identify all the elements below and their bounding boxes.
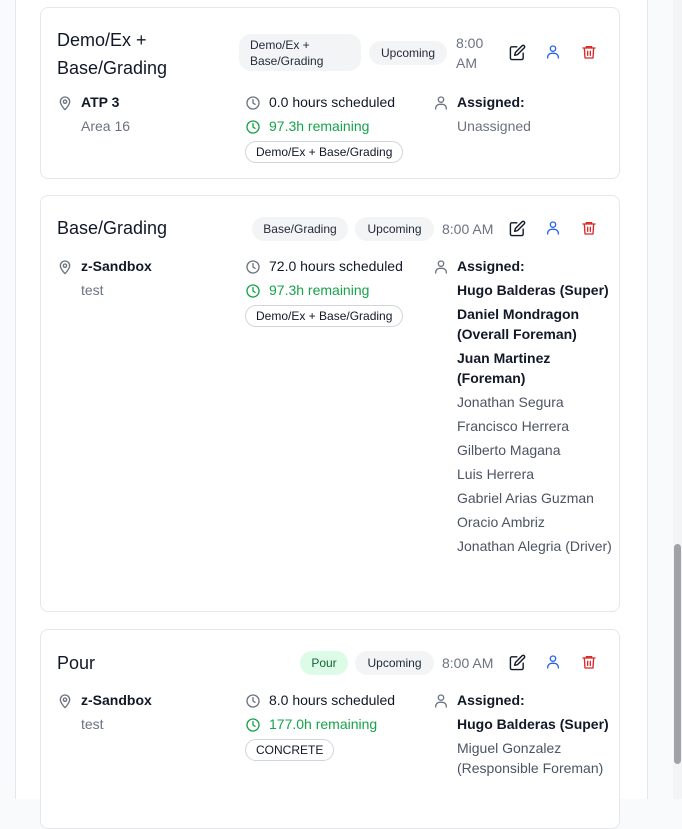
card-title: Pour	[57, 653, 96, 673]
category-badge: Pour	[300, 651, 348, 675]
clock-icon	[245, 693, 261, 709]
clock-icon	[245, 95, 261, 111]
clock-icon	[245, 259, 261, 275]
status-badge: Upcoming	[355, 217, 434, 241]
assign-button[interactable]	[543, 652, 563, 672]
location-pin-icon	[57, 693, 73, 709]
assignee: Miguel Gonzalez (Responsible Foreman)	[457, 740, 604, 776]
trash-icon	[582, 656, 596, 669]
assignee: Jonathan Segura	[457, 394, 564, 410]
hours-scheduled: 0.0 hours scheduled	[269, 94, 396, 110]
assignee: Hugo Balderas (Super)	[457, 282, 609, 298]
status-badge: Upcoming	[369, 41, 447, 65]
edit-button[interactable]	[507, 42, 527, 62]
site-name: z-Sandbox	[81, 258, 152, 274]
assignee: Hugo Balderas (Super)	[457, 716, 609, 732]
site-name: ATP 3	[81, 94, 120, 110]
work-tag: CONCRETE	[245, 739, 335, 761]
work-tag: Demo/Ex + Base/Grading	[245, 141, 404, 163]
assignee: Jonathan Alegria (Driver)	[457, 538, 612, 554]
user-icon	[433, 693, 449, 709]
edit-icon	[509, 44, 525, 60]
hours-remaining: 177.0h remaining	[269, 716, 378, 732]
edit-button[interactable]	[507, 218, 527, 238]
start-time: 8:00 AM	[456, 35, 484, 71]
location-pin-icon	[57, 95, 73, 111]
assignee-list: Hugo Balderas (Super) Miguel Gonzalez (R…	[457, 714, 617, 782]
site-name: z-Sandbox	[81, 692, 152, 708]
assign-button[interactable]	[543, 218, 563, 238]
category-badge: Base/Grading	[252, 217, 348, 241]
clock-icon	[245, 119, 261, 135]
delete-button[interactable]	[579, 218, 599, 238]
assignee: Luis Herrera	[457, 466, 535, 482]
assigned-label: Assigned:	[457, 258, 525, 274]
card-title: Demo/Ex + Base/Grading	[57, 30, 168, 78]
user-icon	[433, 259, 449, 275]
category-badge: Demo/Ex + Base/Grading	[239, 34, 361, 71]
assign-user-icon	[547, 221, 559, 235]
edit-icon	[509, 220, 525, 236]
user-icon	[433, 95, 449, 111]
assign-button[interactable]	[543, 42, 563, 62]
assigned-label: Assigned:	[457, 692, 525, 708]
edit-icon	[509, 654, 525, 670]
assignee: Unassigned	[457, 118, 531, 134]
clock-icon	[245, 717, 261, 733]
start-time: 8:00 AM	[442, 655, 494, 671]
trash-icon	[582, 222, 596, 235]
card-title: Base/Grading	[57, 218, 168, 238]
area-name: test	[81, 282, 104, 298]
hours-remaining: 97.3h remaining	[269, 118, 370, 134]
schedule-card[interactable]: Pour Pour Upcoming 8:00 AM z-Sandbox tes…	[40, 629, 620, 829]
assign-user-icon	[547, 655, 559, 669]
hours-remaining: 97.3h remaining	[269, 282, 370, 298]
assignee: Francisco Herrera	[457, 418, 570, 434]
location-pin-icon	[57, 259, 73, 275]
area-name: Area 16	[81, 118, 131, 134]
hours-scheduled: 8.0 hours scheduled	[269, 692, 396, 708]
assignee: Daniel Mondragon (Overall Foreman)	[457, 306, 580, 342]
trash-icon	[582, 46, 596, 59]
schedule-card[interactable]: Base/Grading Base/Grading Upcoming 8:00 …	[40, 195, 620, 612]
delete-button[interactable]	[579, 42, 599, 62]
assigned-label: Assigned:	[457, 94, 525, 110]
assignee: Juan Martinez (Foreman)	[457, 350, 551, 386]
clock-icon	[245, 283, 261, 299]
delete-button[interactable]	[579, 652, 599, 672]
scrollbar-thumb[interactable]	[674, 544, 681, 764]
hours-scheduled: 72.0 hours scheduled	[269, 258, 403, 274]
work-tag: Demo/Ex + Base/Grading	[245, 305, 404, 327]
assignee-list: Hugo Balderas (Super) Daniel Mondragon (…	[457, 280, 617, 560]
schedule-card[interactable]: Demo/Ex + Base/Grading Demo/Ex + Base/Gr…	[40, 7, 620, 179]
edit-button[interactable]	[507, 652, 527, 672]
assignee: Gabriel Arias Guzman	[457, 490, 594, 506]
assign-user-icon	[547, 45, 559, 59]
start-time: 8:00 AM	[442, 221, 494, 237]
area-name: test	[81, 716, 104, 732]
status-badge: Upcoming	[355, 651, 434, 675]
assignee: Gilberto Magana	[457, 442, 561, 458]
assignee: Oracio Ambriz	[457, 514, 545, 530]
